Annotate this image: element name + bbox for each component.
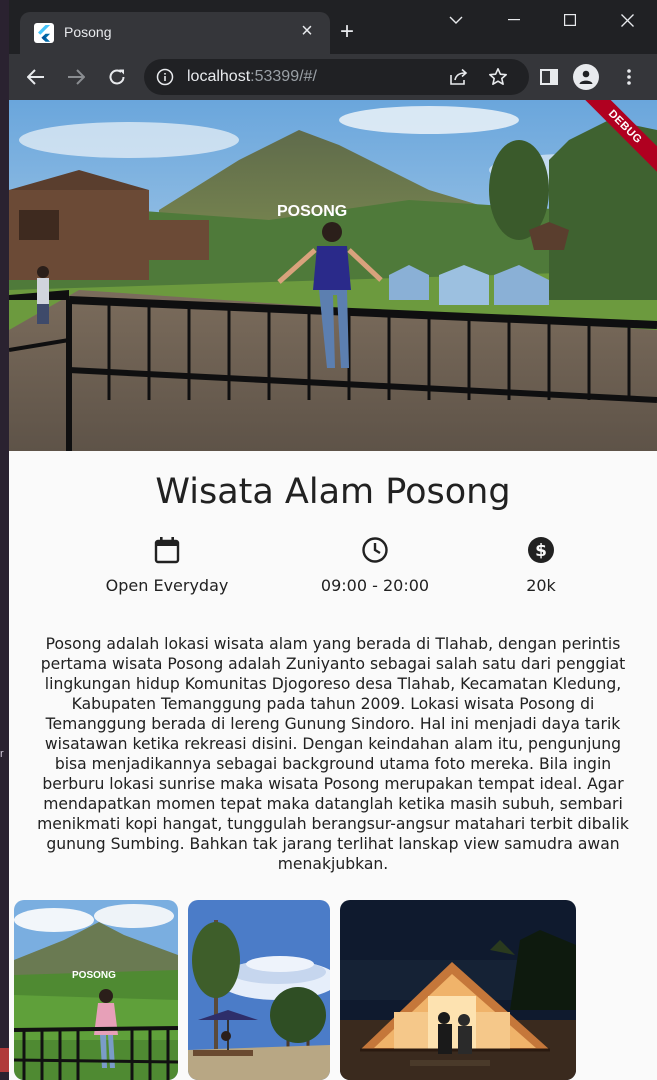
gallery-image-posong-sign[interactable]: POSONG bbox=[14, 900, 178, 1080]
tab-posong[interactable]: Posong × bbox=[20, 12, 330, 54]
gallery-image-tent-night[interactable] bbox=[340, 900, 576, 1080]
description-text: Posong adalah lokasi wisata alam yang be… bbox=[37, 635, 629, 873]
share-icon[interactable] bbox=[449, 67, 469, 87]
desktop-edge-glyph: r bbox=[0, 748, 4, 760]
site-info-icon[interactable] bbox=[156, 68, 174, 86]
dollar-icon: $ bbox=[528, 537, 554, 563]
forward-icon[interactable] bbox=[62, 63, 90, 91]
url-text[interactable]: localhost:53399/#/ bbox=[187, 68, 317, 86]
tab-search-chevron-icon[interactable] bbox=[442, 6, 470, 34]
more-menu-icon[interactable] bbox=[615, 63, 643, 91]
page-title: Wisata Alam Posong bbox=[155, 472, 511, 512]
taskbar-chip[interactable] bbox=[0, 1048, 9, 1072]
bookmark-star-icon[interactable] bbox=[488, 67, 508, 87]
flutter-favicon-icon bbox=[34, 23, 54, 43]
open-days-label: Open Everyday bbox=[105, 576, 229, 595]
new-tab-icon[interactable]: + bbox=[333, 18, 361, 46]
gallery-sign-text: POSONG bbox=[72, 970, 116, 981]
tab-strip: Posong × + bbox=[9, 0, 657, 54]
clock-icon bbox=[362, 537, 388, 563]
hero-sign-text: POSONG bbox=[277, 203, 347, 220]
gallery-image-cloud-sky[interactable] bbox=[188, 900, 330, 1080]
url-host: localhost bbox=[187, 68, 251, 85]
tab-title: Posong bbox=[64, 24, 112, 40]
info-price: $ 20k bbox=[431, 536, 651, 595]
address-bar[interactable]: localhost:53399/#/ bbox=[144, 59, 529, 95]
back-icon[interactable] bbox=[22, 63, 50, 91]
tab-close-icon[interactable]: × bbox=[296, 20, 318, 42]
price-label: 20k bbox=[526, 576, 556, 595]
hero-image: POSONG DEBUG bbox=[9, 100, 657, 451]
url-path: :53399/#/ bbox=[250, 68, 317, 85]
desktop-background-strip: r bbox=[0, 0, 9, 1080]
maximize-icon[interactable] bbox=[556, 6, 584, 34]
calendar-icon bbox=[154, 537, 180, 564]
reload-icon[interactable] bbox=[103, 63, 131, 91]
page-viewport: POSONG DEBUG Wisata Alam Posong Open Eve… bbox=[9, 100, 657, 1080]
browser-toolbar: localhost:53399/#/ bbox=[9, 54, 657, 100]
side-panel-icon[interactable] bbox=[535, 63, 563, 91]
minimize-icon[interactable] bbox=[500, 6, 528, 34]
browser-window: Posong × + localhost:53399/#/ POSONG DEB… bbox=[9, 0, 657, 1080]
info-open-days: Open Everyday bbox=[57, 536, 277, 595]
close-window-icon[interactable] bbox=[613, 6, 641, 34]
profile-avatar-icon[interactable] bbox=[573, 64, 599, 90]
svg-text:$: $ bbox=[535, 541, 547, 561]
